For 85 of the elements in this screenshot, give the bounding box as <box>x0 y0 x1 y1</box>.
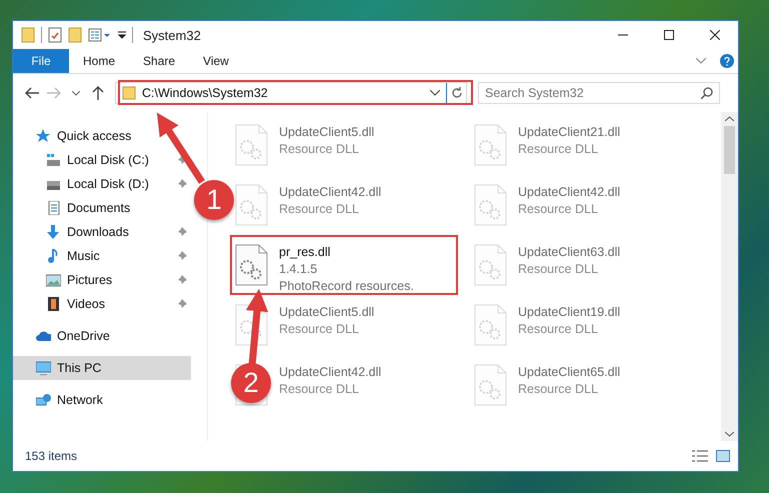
checklist-icon[interactable] <box>48 27 62 43</box>
network-icon <box>36 393 51 407</box>
up-arrow-icon[interactable] <box>92 86 104 100</box>
properties-icon[interactable] <box>88 28 112 42</box>
arrow <box>156 112 205 184</box>
file-name[interactable]: pr_res.dll <box>279 244 414 261</box>
address-field[interactable]: C:\Windows\System32 <box>115 82 467 104</box>
pin-icon[interactable] <box>177 155 187 165</box>
search-field[interactable]: Search System32 <box>478 82 720 104</box>
file-detail: Resource DLL <box>279 141 360 158</box>
folder-icon <box>21 27 35 43</box>
file-name[interactable]: UpdateClient65.dll <box>518 364 620 381</box>
nav-item[interactable]: OneDrive <box>13 324 191 348</box>
picture-icon <box>46 273 61 287</box>
file-detail: Resource DLL <box>518 321 599 338</box>
pin-icon[interactable] <box>177 299 187 309</box>
file-gears-icon <box>474 184 507 226</box>
file-gears-icon <box>474 244 507 286</box>
pin-icon[interactable] <box>177 275 187 285</box>
ribbon-tab[interactable]: View <box>189 49 243 73</box>
file-gears-icon <box>474 304 507 346</box>
nav-item[interactable]: Documents <box>13 196 191 220</box>
file-gears-icon <box>474 124 507 166</box>
file-detail: Resource DLL <box>518 261 599 278</box>
scroll-thumb[interactable] <box>724 126 735 174</box>
monitor-icon <box>36 361 51 375</box>
file-gears-icon <box>235 124 268 166</box>
scroll-down-icon[interactable] <box>725 431 734 437</box>
down-arrow-icon <box>46 225 61 239</box>
drive-icon <box>46 153 61 167</box>
nav-item[interactable]: Downloads <box>13 220 191 244</box>
file-name[interactable]: UpdateClient42.dll <box>279 184 382 201</box>
file-detail: Resource DLL <box>518 201 599 218</box>
file-name[interactable]: UpdateClient42.dll <box>518 184 620 201</box>
cloud-icon <box>36 329 51 343</box>
file-detail: 1.4.1.5 <box>279 261 318 278</box>
file-name[interactable]: UpdateClient63.dll <box>518 244 620 261</box>
file-name[interactable]: UpdateClient19.dll <box>518 304 620 321</box>
help-icon[interactable] <box>720 54 734 68</box>
pin-icon[interactable] <box>177 251 187 261</box>
close-icon[interactable] <box>710 30 720 40</box>
nav-item[interactable]: Pictures <box>13 268 191 292</box>
ribbon-tab[interactable]: Home <box>69 49 130 73</box>
file-gears-icon <box>235 244 268 286</box>
nav-item[interactable]: Videos <box>13 292 191 316</box>
scrollbar[interactable] <box>721 112 738 441</box>
document-icon <box>46 201 61 215</box>
pin-icon[interactable] <box>177 227 187 237</box>
file-name[interactable]: UpdateClient5.dll <box>279 304 374 321</box>
nav-item[interactable]: Network <box>13 388 191 412</box>
file-detail: PhotoRecord resources. <box>279 278 414 295</box>
file-detail: Resource DLL <box>279 321 360 338</box>
chevron-down-icon[interactable] <box>430 90 440 96</box>
pin-icon[interactable] <box>177 179 187 189</box>
refresh-icon[interactable] <box>450 87 462 99</box>
file-name[interactable]: UpdateClient5.dll <box>279 124 374 141</box>
details-view-icon[interactable] <box>692 450 708 462</box>
nav-item[interactable]: Quick access <box>13 124 191 148</box>
chevron-down-icon[interactable] <box>72 90 80 96</box>
file-detail: Resource DLL <box>279 201 360 218</box>
dropdown-icon[interactable] <box>118 31 126 39</box>
file-detail: Resource DLL <box>518 381 599 398</box>
file-name[interactable]: UpdateClient21.dll <box>518 124 620 141</box>
file-name[interactable]: UpdateClient42.dll <box>279 364 382 381</box>
nav-item[interactable]: Local Disk (C:) <box>13 148 191 172</box>
window-title: System32 <box>143 28 201 42</box>
nav-item[interactable]: Local Disk (D:) <box>13 172 191 196</box>
film-icon <box>46 297 61 311</box>
file-gears-icon <box>235 184 268 226</box>
maximize-icon[interactable] <box>664 30 674 40</box>
star-icon <box>36 129 51 143</box>
file-detail: Resource DLL <box>518 141 599 158</box>
scroll-up-icon[interactable] <box>725 116 734 122</box>
large-icons-view-icon[interactable] <box>716 450 730 462</box>
file-gears-icon <box>474 364 507 406</box>
search-icon[interactable] <box>701 87 713 99</box>
file-gears-icon <box>235 304 268 346</box>
folder-icon <box>122 86 136 100</box>
ribbon-tab[interactable]: Share <box>129 49 190 73</box>
back-arrow-icon[interactable] <box>25 87 39 99</box>
nav-item[interactable]: This PC <box>13 356 191 380</box>
item-count: 153 items <box>25 449 78 463</box>
file-detail: Resource DLL <box>279 381 360 398</box>
nav-item[interactable]: Music <box>13 244 191 268</box>
file-tab[interactable]: File <box>13 49 69 73</box>
